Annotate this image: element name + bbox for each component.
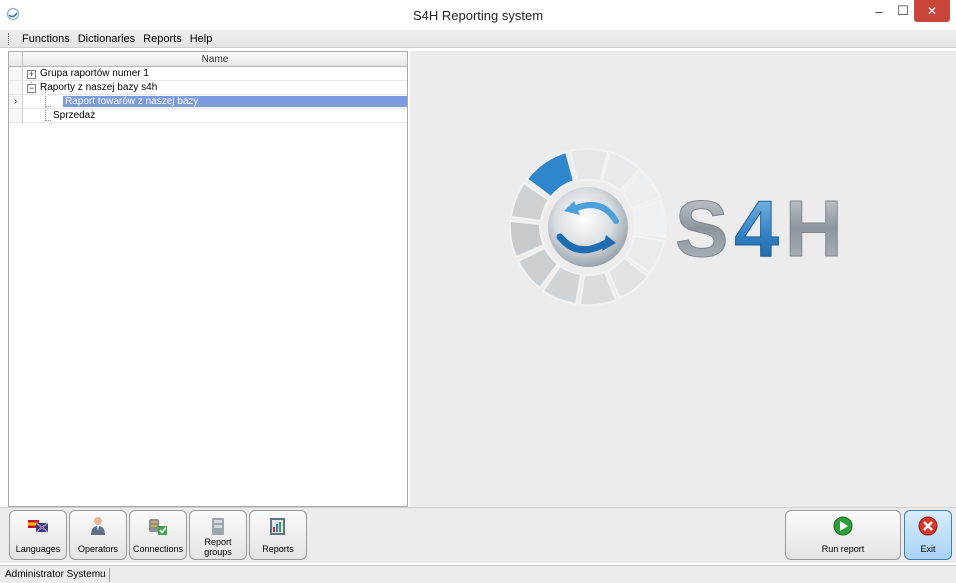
- maximize-button[interactable]: ☐: [893, 0, 913, 22]
- tree-header-corner: [9, 52, 23, 67]
- window-title: S4H Reporting system: [412, 8, 544, 23]
- column-header-name[interactable]: Name: [23, 54, 407, 65]
- tree-row-label: Grupa raportów numer 1: [40, 68, 149, 79]
- tree-header: Name: [9, 52, 407, 67]
- run-report-button[interactable]: Run report: [785, 510, 901, 560]
- tree-cell: Raport towarów z naszej bazy: [23, 95, 407, 109]
- languages-label: Languages: [15, 544, 61, 554]
- minimize-button[interactable]: ‒: [866, 0, 892, 22]
- menu-reports[interactable]: Reports: [139, 33, 186, 45]
- operators-button[interactable]: Operators: [69, 510, 127, 560]
- logo-panel: S4H: [410, 51, 956, 507]
- tree-row-label: Raport towarów z naszej bazy: [63, 96, 407, 107]
- connections-button[interactable]: Connections: [129, 510, 187, 560]
- expand-icon[interactable]: +: [27, 70, 36, 79]
- row-indicator: [9, 81, 23, 95]
- connections-icon: [149, 519, 167, 535]
- tree-row-label: Raporty z naszej bazy s4h: [40, 82, 158, 93]
- menu-grip: [8, 32, 10, 45]
- exit-icon: [918, 516, 938, 536]
- run-report-label: Run report: [821, 544, 865, 554]
- tree-cell: Sprzedaż: [23, 109, 407, 123]
- play-icon: [833, 516, 853, 536]
- close-icon: ✕: [926, 4, 938, 18]
- languages-button[interactable]: Languages: [9, 510, 67, 560]
- logo-text: S4H: [675, 184, 849, 273]
- reports-label: Reports: [262, 544, 294, 554]
- report-groups-button[interactable]: Report groups: [189, 510, 247, 560]
- close-button[interactable]: ✕: [914, 0, 950, 22]
- operators-label: Operators: [77, 544, 119, 554]
- reports-button[interactable]: Reports: [249, 510, 307, 560]
- reports-icon: [270, 518, 285, 535]
- menu-bar: Functions Dictionaries Reports Help: [0, 30, 956, 48]
- current-row-icon: ›: [9, 95, 23, 109]
- maximize-icon: ☐: [897, 3, 909, 18]
- row-indicator: [9, 67, 23, 81]
- row-indicator: [9, 109, 23, 123]
- report-groups-icon: [212, 518, 224, 535]
- status-user: Administrator Systemu: [2, 568, 110, 582]
- tree-row[interactable]: − Raporty z naszej bazy s4h: [9, 81, 407, 95]
- bottom-toolbar: Languages Operators Connections Report g…: [0, 507, 956, 563]
- operator-icon: [91, 517, 105, 535]
- menu-dictionaries[interactable]: Dictionaries: [74, 33, 139, 45]
- status-bar: Administrator Systemu: [0, 565, 956, 583]
- tree-row-selected[interactable]: › Raport towarów z naszej bazy: [9, 95, 407, 109]
- report-tree[interactable]: Name + Grupa raportów numer 1 − Raporty …: [8, 51, 408, 507]
- tree-cell: − Raporty z naszej bazy s4h: [23, 81, 407, 95]
- s4h-logo: S4H: [508, 148, 849, 307]
- exit-label: Exit: [920, 544, 936, 554]
- collapse-icon[interactable]: −: [27, 84, 36, 93]
- report-groups-label: Report groups: [204, 537, 232, 557]
- tree-row[interactable]: Sprzedaż: [9, 109, 407, 123]
- logo-ring: [508, 148, 667, 307]
- tree-row[interactable]: + Grupa raportów numer 1: [9, 67, 407, 81]
- flags-icon: [28, 520, 49, 533]
- tree-row-label: Sprzedaż: [53, 110, 96, 121]
- exit-button[interactable]: Exit: [904, 510, 952, 560]
- title-bar: S4H Reporting system ‒ ☐ ✕: [0, 0, 956, 30]
- minimize-icon: ‒: [875, 3, 883, 19]
- menu-help[interactable]: Help: [186, 33, 217, 45]
- tree-cell: + Grupa raportów numer 1: [23, 67, 407, 81]
- menu-functions[interactable]: Functions: [18, 33, 74, 45]
- connections-label: Connections: [132, 544, 184, 554]
